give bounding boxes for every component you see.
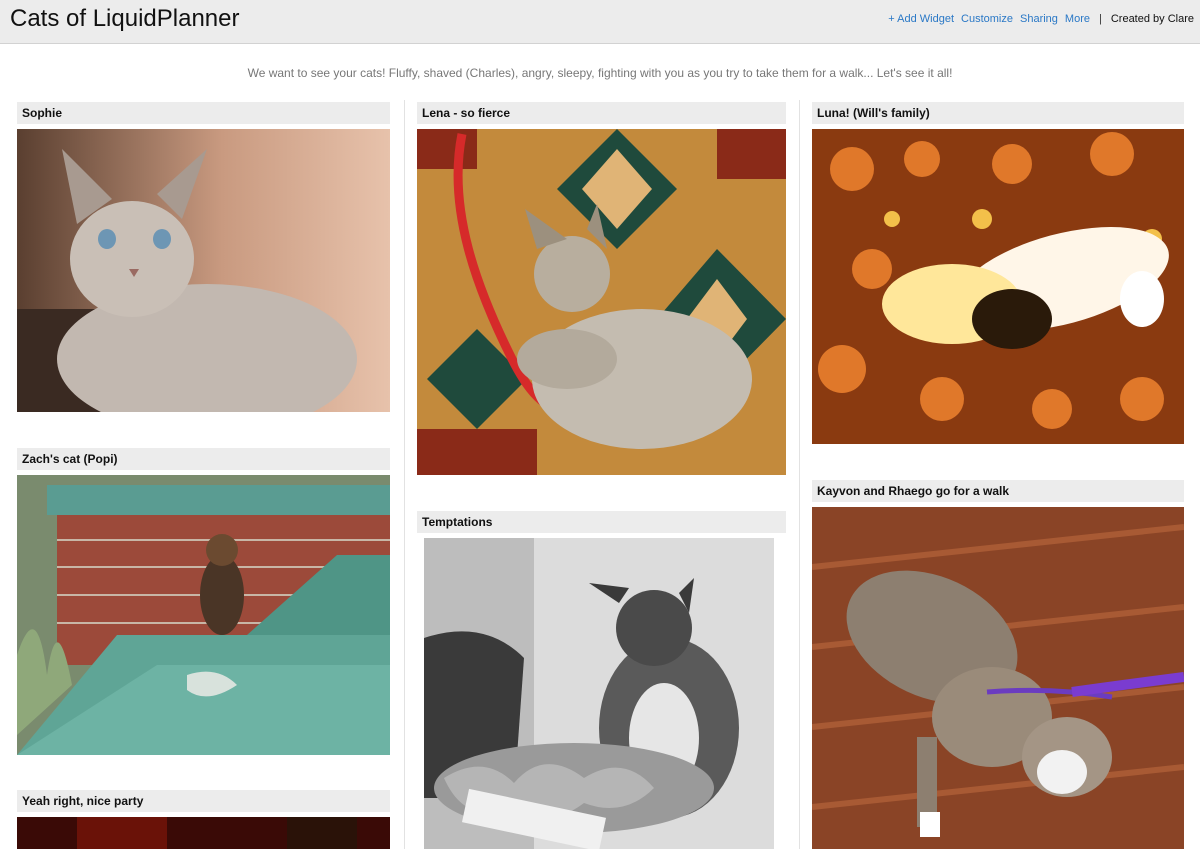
- cat-photo-lena[interactable]: [417, 129, 786, 475]
- toolbar-separator: |: [1098, 13, 1102, 25]
- cat-photo-luna[interactable]: [812, 129, 1184, 444]
- column-divider: [404, 100, 405, 849]
- sharing-link[interactable]: Sharing: [1020, 13, 1058, 25]
- intro-text: We want to see your cats! Fluffy, shaved…: [247, 66, 953, 80]
- cat-photo-party[interactable]: [17, 817, 390, 849]
- toolbar: + Add Widget Customize Sharing More | Cr…: [888, 13, 1194, 25]
- add-widget-link[interactable]: + Add Widget: [888, 13, 954, 25]
- cat-photo-sophie[interactable]: [17, 129, 390, 412]
- cat-photo-temptations[interactable]: [424, 538, 774, 849]
- more-link[interactable]: More: [1065, 13, 1090, 25]
- widget-title-luna[interactable]: Luna! (Will's family): [812, 102, 1184, 124]
- column-divider: [799, 100, 800, 849]
- widget-title-yeah-right[interactable]: Yeah right, nice party: [17, 790, 390, 812]
- created-by-text: Created by Clare: [1110, 13, 1194, 25]
- widget-title-kayvon[interactable]: Kayvon and Rhaego go for a walk: [812, 480, 1184, 502]
- top-bar: Cats of LiquidPlanner + Add Widget Custo…: [0, 0, 1200, 44]
- page-title: Cats of LiquidPlanner: [10, 5, 240, 32]
- widget-title-zach-cat[interactable]: Zach's cat (Popi): [17, 448, 390, 470]
- widget-title-sophie[interactable]: Sophie: [17, 102, 390, 124]
- customize-link[interactable]: Customize: [961, 13, 1013, 25]
- cat-photo-popi[interactable]: [17, 475, 390, 755]
- widget-title-lena[interactable]: Lena - so fierce: [417, 102, 786, 124]
- widget-title-temptations[interactable]: Temptations: [417, 511, 786, 533]
- cat-photo-kayvon[interactable]: [812, 507, 1184, 849]
